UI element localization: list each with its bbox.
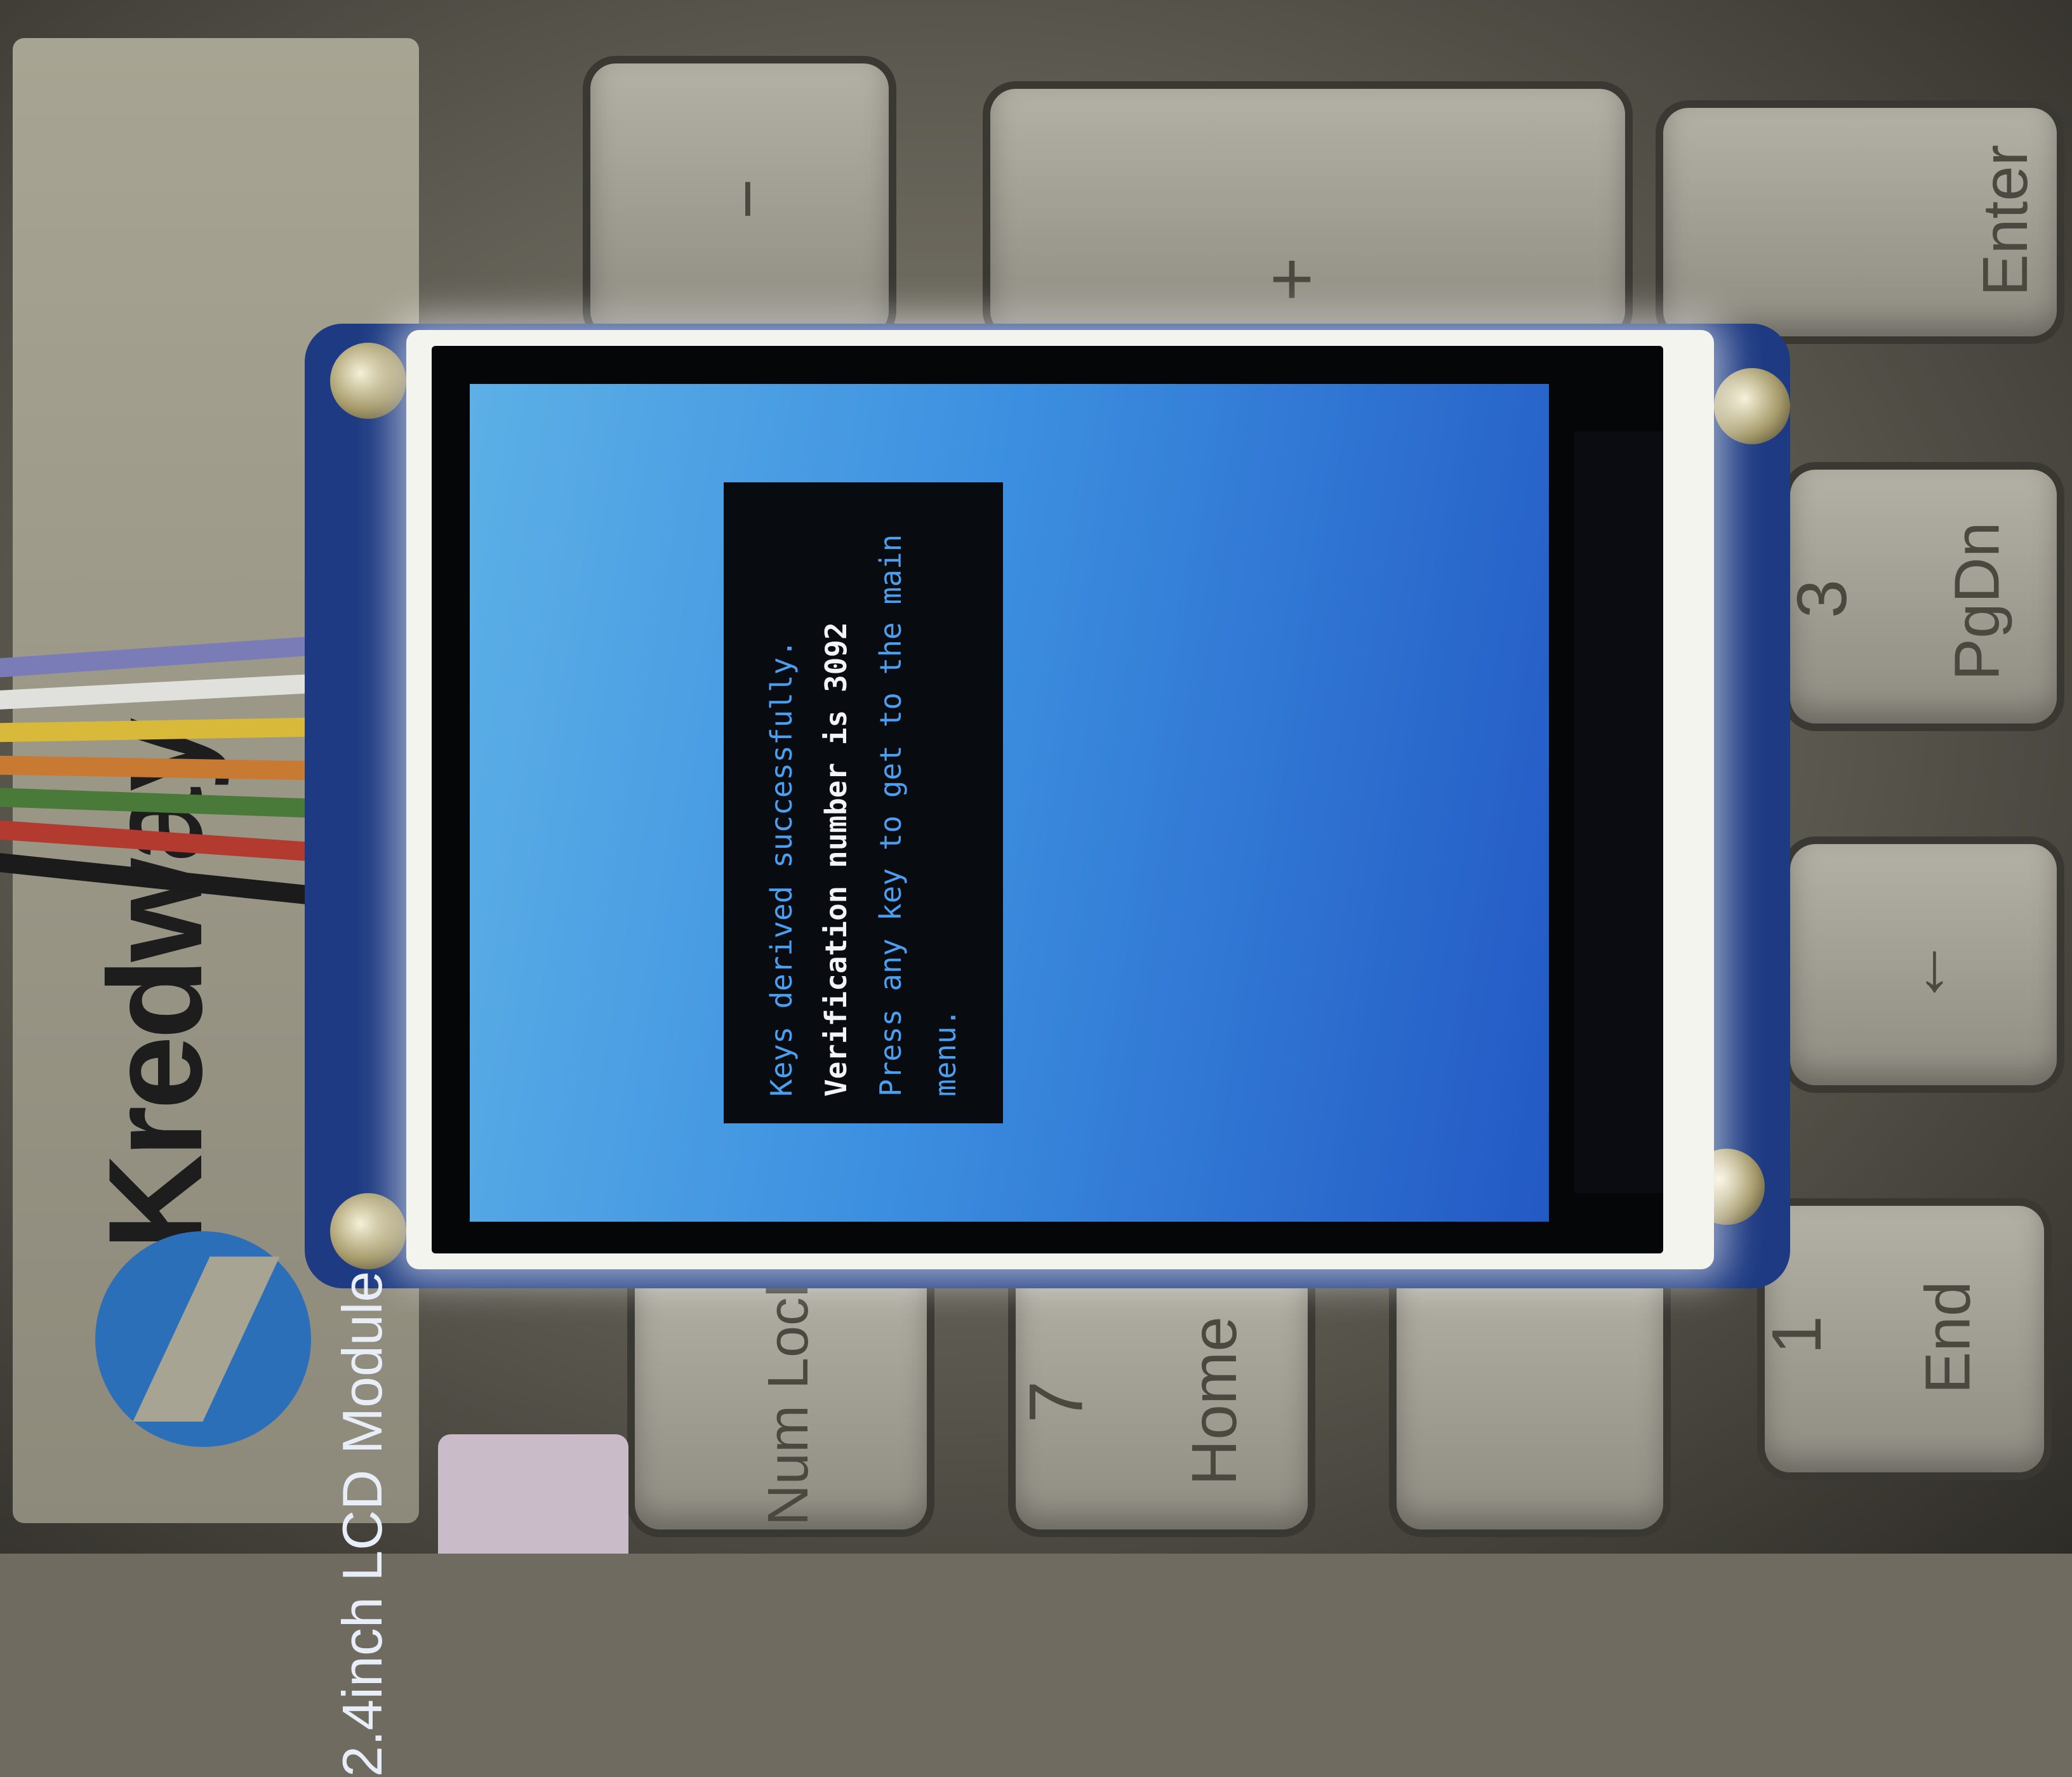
status-message: Keys derived successfully.	[764, 639, 799, 1097]
connector	[438, 1434, 628, 1554]
key-down-left[interactable]	[1397, 1263, 1663, 1529]
photo-scene: Kredway − + Enter 3 PgDn ↓ 1 End 7 Home …	[0, 0, 2072, 1777]
key-num-lock-label: Num Lock	[757, 1268, 821, 1526]
key-plus[interactable]: +	[990, 89, 1625, 336]
cable-red	[0, 819, 330, 863]
screw-bottom-left-icon	[330, 1193, 406, 1269]
cable-purple	[0, 635, 330, 679]
cable-white	[0, 673, 331, 711]
key-pgdn-label: PgDn	[1941, 522, 2013, 681]
lcd-flex-strip	[1574, 432, 1663, 1193]
key-home-label: Home	[1178, 1316, 1250, 1486]
screw-top-right-icon	[1714, 368, 1790, 444]
lcd-display	[470, 384, 1549, 1222]
key-enter-label: Enter	[1970, 144, 2042, 297]
cable-yellow	[0, 717, 331, 743]
cable-green	[0, 787, 331, 819]
key-end[interactable]: 1 End	[1758, 1206, 2044, 1472]
key-home-number: 7	[1013, 1380, 1099, 1424]
key-down[interactable]: ↓	[1790, 844, 2057, 1085]
dialog-text: Keys derived successfully. Verification n…	[724, 482, 1003, 1123]
key-pgdn-number: 3	[1783, 579, 1862, 619]
screw-top-left-icon	[330, 343, 406, 419]
key-plus-label: +	[1270, 236, 1315, 321]
key-num-lock[interactable]: Num Lock	[635, 1263, 927, 1529]
key-pgdn[interactable]: 3 PgDn	[1783, 470, 2057, 723]
cable-orange	[0, 755, 331, 781]
key-home[interactable]: 7 Home	[1013, 1263, 1308, 1529]
key-minus[interactable]: −	[590, 63, 889, 336]
key-end-label: End	[1912, 1281, 1984, 1394]
key-down-label: ↓	[1917, 928, 1952, 1006]
key-minus-label: −	[708, 178, 787, 220]
message-dialog: Keys derived successfully. Verification n…	[724, 482, 1003, 1123]
key-enter[interactable]: Enter	[1663, 108, 2057, 336]
verification-message: Verification number is 3092	[819, 622, 853, 1097]
key-end-number: 1	[1758, 1315, 1836, 1355]
ribbon-cables	[0, 635, 331, 927]
instruction-message: Press any key to get to the main menu.	[873, 517, 962, 1097]
brand-logo-icon	[95, 1231, 311, 1447]
